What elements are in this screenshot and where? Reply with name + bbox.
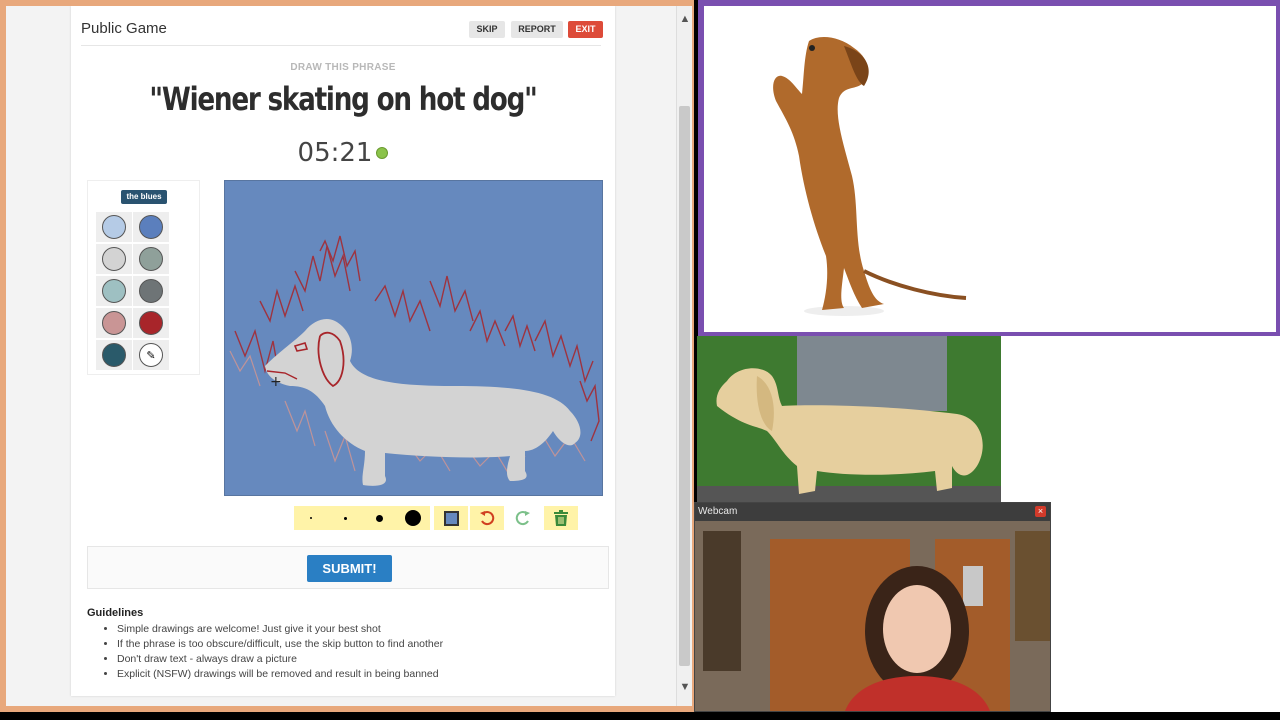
game-header: Public Game SKIP REPORT EXIT	[81, 16, 603, 46]
reference-image-1	[698, 0, 1280, 336]
guideline-item: Don't draw text - always draw a picture	[117, 652, 443, 667]
redo-button[interactable]	[506, 506, 540, 530]
eraser-icon: ✎	[146, 349, 156, 362]
color-swatch[interactable]	[139, 215, 163, 239]
blank-panel	[1051, 502, 1280, 712]
webcam-feed	[695, 521, 1050, 711]
fill-icon	[443, 510, 459, 526]
fill-tool-button[interactable]	[434, 506, 468, 530]
drawing-canvas[interactable]: +	[224, 180, 603, 496]
color-swatch[interactable]	[139, 279, 163, 303]
timer-row: 05:21	[71, 138, 615, 168]
scroll-up-icon[interactable]: ▲	[677, 12, 693, 26]
clear-canvas-button[interactable]	[544, 506, 578, 530]
color-palette: the blues ✎	[87, 180, 200, 375]
cursor-crosshair: +	[270, 374, 282, 390]
cream-dachshund-image	[697, 336, 1001, 502]
eraser-swatch[interactable]: ✎	[139, 343, 163, 367]
guidelines-list: Simple drawings are welcome! Just give i…	[117, 622, 443, 682]
submit-button[interactable]: SUBMIT!	[307, 555, 392, 582]
scroll-thumb[interactable]	[679, 106, 690, 666]
guidelines-title: Guidelines	[87, 607, 144, 619]
report-button[interactable]: REPORT	[511, 21, 563, 38]
webcam-video	[695, 521, 1050, 711]
game-card: Public Game SKIP REPORT EXIT DRAW THIS P…	[71, 6, 615, 696]
browser-window: Public Game SKIP REPORT EXIT DRAW THIS P…	[0, 0, 694, 712]
trash-icon	[554, 510, 568, 526]
drawing-toolbar	[294, 506, 580, 530]
instruction-label: DRAW THIS PHRASE	[290, 62, 396, 73]
dot-icon	[405, 510, 421, 526]
guideline-item: If the phrase is too obscure/difficult, …	[117, 637, 443, 652]
skip-button[interactable]: SKIP	[469, 21, 505, 38]
undo-icon	[480, 511, 495, 526]
webcam-title: Webcam	[695, 503, 1050, 521]
page-title: Public Game	[81, 20, 167, 37]
brush-size-m-button[interactable]	[362, 506, 396, 530]
countdown-timer: 05:21	[297, 138, 373, 168]
reference-image-2	[697, 336, 1001, 502]
redo-icon	[515, 511, 530, 526]
undo-button[interactable]	[470, 506, 504, 530]
phrase-text: "Wiener skating on hot dog"	[149, 80, 537, 118]
exit-button[interactable]: EXIT	[568, 21, 603, 38]
reference-image-1-content	[704, 6, 1276, 332]
add-time-icon[interactable]	[376, 147, 389, 159]
color-swatch[interactable]	[102, 247, 126, 271]
dot-icon	[310, 517, 312, 519]
page-viewport: Public Game SKIP REPORT EXIT DRAW THIS P…	[6, 6, 676, 706]
brush-size-xs-button[interactable]	[294, 506, 328, 530]
canvas-drawing: +	[229, 235, 600, 486]
guideline-item: Simple drawings are welcome! Just give i…	[117, 622, 443, 637]
color-swatch[interactable]	[102, 311, 126, 335]
brush-size-s-button[interactable]	[328, 506, 362, 530]
screen: Public Game SKIP REPORT EXIT DRAW THIS P…	[0, 0, 1280, 720]
webcam-window: Webcam ×	[694, 502, 1051, 712]
scroll-down-icon[interactable]: ▼	[677, 680, 693, 694]
blank-panel	[1001, 336, 1280, 502]
color-swatch[interactable]	[102, 279, 126, 303]
close-icon[interactable]: ×	[1035, 506, 1046, 517]
dot-icon	[375, 514, 383, 522]
color-swatch[interactable]	[102, 215, 126, 239]
color-swatch[interactable]	[102, 343, 126, 367]
dot-icon	[343, 516, 347, 520]
standing-dachshund-image	[773, 36, 967, 316]
submit-area: SUBMIT!	[87, 546, 609, 589]
color-swatch[interactable]	[139, 311, 163, 335]
brush-size-l-button[interactable]	[396, 506, 430, 530]
vertical-scrollbar[interactable]: ▲ ▼	[676, 6, 692, 706]
palette-name-badge[interactable]: the blues	[121, 190, 167, 204]
color-swatch[interactable]	[139, 247, 163, 271]
guideline-item: Explicit (NSFW) drawings will be removed…	[117, 667, 443, 682]
